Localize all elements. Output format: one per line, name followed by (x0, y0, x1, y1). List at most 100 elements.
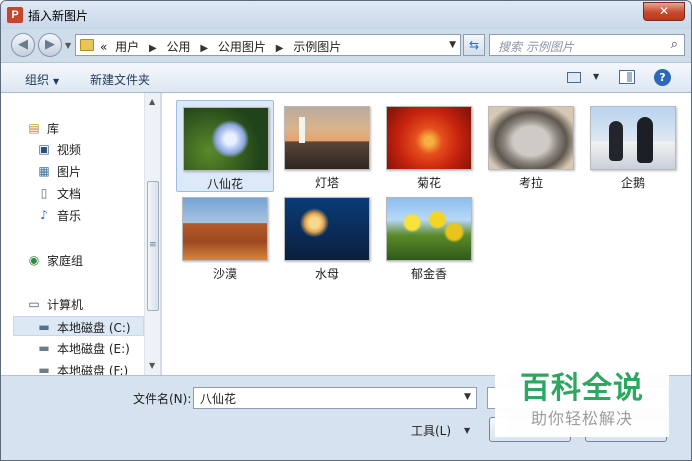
chevron-down-icon[interactable]: ▼ (464, 426, 470, 435)
insert-picture-dialog: P 插入新图片 ✕ ◀ ▶ ▼ « 用户 ▶ 公用 ▶ 公用图片 ▶ 示例图片 … (0, 0, 692, 461)
folder-icon (80, 39, 94, 51)
breadcrumb-sample-pictures[interactable]: 示例图片 (293, 40, 341, 54)
search-icon[interactable]: ⌕ (671, 37, 678, 52)
grip-icon: ≡ (149, 240, 157, 250)
file-tile-koala[interactable]: 考拉 (482, 100, 580, 192)
recent-locations-dropdown[interactable]: ▼ (65, 41, 71, 50)
filename-label: 文件名(N): (133, 392, 192, 406)
search-placeholder: 搜索 示例图片 (498, 40, 574, 54)
file-tile-jellyfish[interactable]: 水母 (278, 191, 376, 283)
chevron-down-icon: ▼ (53, 77, 60, 86)
nav-scrollbar[interactable]: ▲ ≡ ▼ (144, 93, 160, 375)
file-tile-tulips[interactable]: 郁金香 (380, 191, 478, 283)
back-arrow-icon: ◀ (18, 37, 28, 52)
nav-item-pictures[interactable]: ▦ 图片 (1, 161, 144, 181)
music-icon: ♪ (40, 208, 48, 222)
thumbnail-image (386, 106, 472, 170)
thumbnail-image (183, 107, 269, 171)
file-name: 菊花 (416, 176, 441, 190)
organize-button[interactable]: 组织 ▼ (25, 71, 59, 88)
close-button[interactable]: ✕ (643, 2, 685, 21)
nav-label: 图片 (57, 165, 82, 179)
nav-item-homegroup[interactable]: ◉ 家庭组 (1, 250, 144, 270)
breadcrumb-public-pictures[interactable]: 公用图片 (218, 40, 266, 54)
nav-item-library[interactable]: ▤ 库 (1, 118, 144, 138)
forward-button[interactable]: ▶ (38, 33, 62, 57)
nav-label: 本地磁盘 (F:) (57, 364, 129, 375)
scroll-down-icon[interactable]: ▼ (149, 361, 155, 370)
disk-icon: ▬ (38, 341, 50, 355)
file-tile-chrysanthemum[interactable]: 菊花 (380, 100, 478, 192)
address-dropdown[interactable]: ▼ (449, 40, 456, 50)
breadcrumb-overflow[interactable]: « (100, 40, 107, 54)
filename-dropdown[interactable]: ▼ (464, 392, 471, 402)
nav-item-disk-c[interactable]: ▬ 本地磁盘 (C:) (13, 316, 144, 336)
nav-label: 本地磁盘 (E:) (57, 342, 130, 356)
watermark: 百科全说 助你轻松解决 (495, 353, 669, 437)
file-name: 沙漠 (212, 267, 237, 281)
scroll-up-icon[interactable]: ▲ (149, 97, 155, 106)
nav-item-videos[interactable]: ▣ 视频 (1, 139, 144, 159)
nav-label: 库 (47, 122, 60, 136)
document-icon: ▯ (40, 186, 48, 200)
disk-c-icon: ▬ (38, 320, 50, 334)
chevron-right-icon[interactable]: ▶ (276, 43, 284, 54)
nav-label: 文档 (57, 187, 82, 201)
watermark-subtitle: 助你轻松解决 (530, 409, 633, 428)
file-tile-hydrangea[interactable]: 八仙花 (176, 100, 274, 192)
filename-input[interactable]: 八仙花 (193, 387, 477, 409)
new-folder-button[interactable]: 新建文件夹 (90, 71, 150, 88)
back-button[interactable]: ◀ (11, 33, 35, 57)
organize-label: 组织 (25, 73, 50, 87)
library-icon: ▤ (28, 121, 40, 135)
breadcrumb-public[interactable]: 公用 (167, 40, 191, 54)
help-icon[interactable]: ? (654, 69, 671, 86)
window-title: 插入新图片 (28, 9, 89, 23)
chevron-right-icon[interactable]: ▶ (200, 43, 208, 54)
thumbnail-image (590, 106, 676, 170)
command-bar: 组织 ▼ 新建文件夹 ▼ ? (1, 62, 691, 93)
file-name: 水母 (314, 267, 339, 281)
thumbnail-image (284, 197, 370, 261)
view-options-dropdown[interactable]: ▼ (593, 72, 599, 81)
tools-button[interactable]: 工具(L) (411, 422, 451, 439)
nav-item-disk-e[interactable]: ▬ 本地磁盘 (E:) (1, 338, 144, 358)
computer-icon: ▭ (28, 297, 40, 311)
thumbnail-image (488, 106, 574, 170)
nav-label: 家庭组 (47, 254, 84, 268)
change-view-icon[interactable] (567, 72, 581, 83)
forward-arrow-icon: ▶ (45, 37, 55, 52)
file-name: 八仙花 (206, 177, 243, 191)
preview-pane-icon[interactable] (619, 70, 635, 84)
nav-label: 计算机 (47, 298, 84, 312)
thumbnail-image (284, 106, 370, 170)
file-tile-lighthouse[interactable]: 灯塔 (278, 100, 376, 192)
refresh-icon: ⇆ (468, 38, 480, 52)
nav-label: 视频 (57, 143, 82, 157)
file-list: 八仙花 灯塔 菊花 考拉 企鹅 沙漠 水母 郁金香 (162, 93, 691, 375)
homegroup-icon: ◉ (28, 253, 40, 267)
refresh-button[interactable]: ⇆ (463, 34, 485, 56)
thumbnail-image (182, 197, 268, 261)
nav-label: 本地磁盘 (C:) (57, 321, 131, 335)
nav-item-computer[interactable]: ▭ 计算机 (1, 294, 144, 314)
address-bar[interactable]: « 用户 ▶ 公用 ▶ 公用图片 ▶ 示例图片 ▼ (75, 34, 461, 56)
file-name: 灯塔 (314, 176, 339, 190)
disk-icon: ▬ (38, 363, 50, 375)
file-name: 郁金香 (410, 267, 447, 281)
navigation-pane: ▤ 库 ▣ 视频 ▦ 图片 ▯ 文档 ♪ 音乐 ◉ 家庭组 ▭ 计算机 ▬ 本地 (1, 93, 161, 375)
breadcrumb-users[interactable]: 用户 (115, 40, 139, 54)
nav-label: 音乐 (57, 209, 82, 223)
chevron-right-icon[interactable]: ▶ (149, 43, 157, 54)
thumbnail-image (386, 197, 472, 261)
nav-item-disk-f[interactable]: ▬ 本地磁盘 (F:) (1, 360, 144, 375)
nav-item-music[interactable]: ♪ 音乐 (1, 205, 144, 225)
scroll-thumb[interactable]: ≡ (147, 181, 159, 311)
nav-item-documents[interactable]: ▯ 文档 (1, 183, 144, 203)
file-name: 企鹅 (620, 176, 645, 190)
breadcrumb: « 用户 ▶ 公用 ▶ 公用图片 ▶ 示例图片 (100, 38, 345, 55)
file-tile-penguins[interactable]: 企鹅 (584, 100, 682, 192)
search-input[interactable]: 搜索 示例图片 ⌕ (489, 34, 685, 56)
address-row: ◀ ▶ ▼ « 用户 ▶ 公用 ▶ 公用图片 ▶ 示例图片 ▼ ⇆ 搜索 示例图… (1, 29, 691, 61)
file-tile-desert[interactable]: 沙漠 (176, 191, 274, 283)
